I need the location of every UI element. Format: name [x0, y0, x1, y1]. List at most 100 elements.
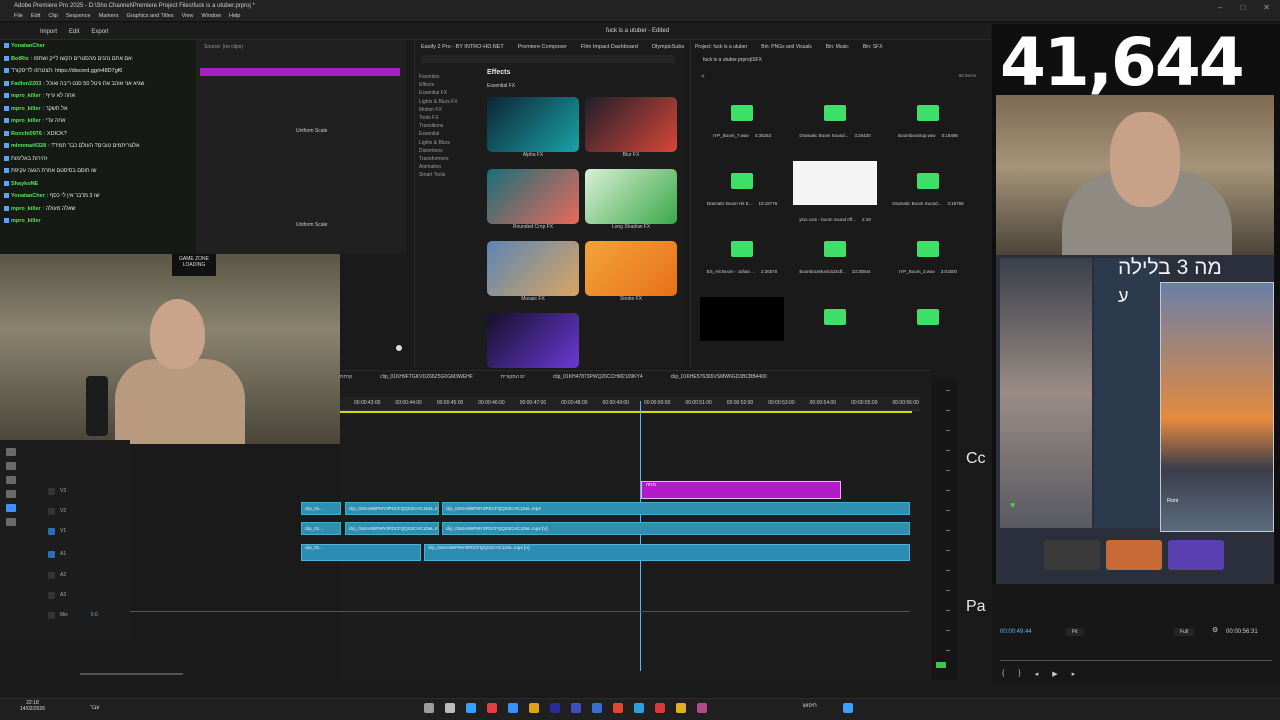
menu-item[interactable]: File — [14, 13, 23, 19]
workspace-tab[interactable]: Import — [40, 29, 57, 35]
scroll-handle[interactable] — [396, 345, 402, 351]
effect-card[interactable]: Stroke FX — [585, 241, 677, 302]
program-scrubber[interactable] — [1000, 660, 1272, 661]
menu-item[interactable]: Clip — [48, 13, 57, 19]
minimize-icon[interactable]: – — [1218, 3, 1222, 12]
project-item[interactable]: BoomboxMusicSZndf... 33:30844 — [790, 241, 880, 274]
taskbar-app-icon[interactable] — [697, 703, 707, 713]
taskbar-app-icon[interactable] — [466, 703, 476, 713]
video-clip[interactable]: clip_01KH4WPMY3PDCFQQS3CHC1DeL.mp4 — [442, 502, 910, 515]
project-item[interactable]: IYP_Boom_7.wav 4:35253 — [697, 105, 787, 138]
effects-tree-item[interactable]: Lights & Blurs FX — [419, 98, 458, 106]
ripple-edit-tool-icon[interactable] — [6, 476, 16, 484]
sequence-tab[interactable]: ים המקורית — [501, 374, 525, 380]
mark-out-icon[interactable]: } — [1018, 670, 1020, 678]
video-clip[interactable]: clip_01KH4WPMY3PDCFQQS3CHC1DeL.mp4 — [345, 522, 439, 535]
track-target-toggle[interactable] — [48, 551, 55, 558]
track-target-toggle[interactable] — [48, 572, 55, 579]
effect-card[interactable]: Alpha FX — [487, 97, 579, 158]
step-forward-icon[interactable]: ▸ — [1072, 670, 1076, 678]
effects-tree-item[interactable]: Transitions — [419, 122, 458, 130]
close-icon[interactable]: ✕ — [1263, 3, 1270, 12]
effect-card[interactable]: Long Shadow FX — [585, 169, 677, 230]
effects-tree-item[interactable]: Essential FX — [419, 89, 458, 97]
effects-tree-item[interactable]: Distortions — [419, 147, 458, 155]
effects-tree-item[interactable]: Motion FX — [419, 106, 458, 114]
taskbar-app-icon[interactable] — [550, 703, 560, 713]
language-indicator[interactable]: עבר — [90, 705, 99, 711]
effects-tab[interactable]: Film Impact Dashboard — [581, 44, 638, 50]
menu-item[interactable]: Markers — [99, 13, 119, 19]
effects-tree-item[interactable]: Animation — [419, 163, 458, 171]
taskbar-app-icon[interactable] — [571, 703, 581, 713]
video-clip[interactable]: clip_01... — [301, 502, 341, 515]
taskbar-app-icon[interactable] — [592, 703, 602, 713]
track-target-toggle[interactable] — [48, 488, 55, 495]
effects-tree-item[interactable]: Lights & Blurs — [419, 139, 458, 147]
project-item[interactable] — [883, 309, 973, 325]
effects-search-input[interactable] — [421, 55, 675, 63]
taskbar-app-icon[interactable] — [634, 703, 644, 713]
project-item[interactable]: IYP_Boom_3.wav 3:51500 — [883, 241, 973, 274]
video-clip[interactable]: clip_01... — [301, 522, 341, 535]
project-item[interactable]: Dramatic Boom Hit E... 10:18776 — [697, 173, 787, 206]
play-icon[interactable]: ▶ — [1052, 670, 1057, 678]
playhead[interactable] — [640, 401, 641, 671]
effects-tree-item[interactable]: Essential — [419, 130, 458, 138]
effects-tree-item[interactable]: Effects — [419, 81, 458, 89]
fit-select[interactable]: Fit — [1066, 628, 1084, 636]
project-tab[interactable]: Bin: PNGs and Visuals — [761, 44, 812, 50]
project-item[interactable]: BoomboxStop.wav 0:18496 — [883, 105, 973, 138]
mark-in-icon[interactable]: { — [1002, 670, 1004, 678]
quality-select[interactable]: Full — [1174, 628, 1195, 636]
taskbar-app-icon[interactable] — [445, 703, 455, 713]
timeline-zoom-bar[interactable] — [80, 673, 183, 675]
taskbar-app-icon[interactable] — [424, 703, 434, 713]
project-item[interactable]: yt1s.com - boom sound eff... 2:19 — [790, 161, 880, 222]
step-back-icon[interactable]: ◂ — [1035, 670, 1039, 678]
video-clip[interactable]: clip_01KH4WPMY3PDCFQQS3CHC1DeL.mp4 — [345, 502, 439, 515]
sequence-tab[interactable]: קרחת — [340, 374, 352, 380]
effect-card[interactable] — [487, 313, 579, 368]
work-area-bar[interactable] — [340, 411, 912, 413]
effects-tab[interactable]: Easify 2 Pro - BY INTRO-HD.NET — [421, 44, 504, 50]
audio-clip[interactable]: clip_01... — [301, 544, 421, 561]
menu-item[interactable]: Edit — [31, 13, 40, 19]
workspace-tab[interactable]: Edit — [69, 29, 79, 35]
menu-item[interactable]: Sequence — [66, 13, 91, 19]
project-item[interactable] — [697, 297, 787, 341]
menu-item[interactable]: View — [182, 13, 194, 19]
effects-tab[interactable]: Premiere Composer — [518, 44, 567, 50]
menu-item[interactable]: Graphics and Titles — [127, 13, 174, 19]
maximize-icon[interactable]: □ — [1240, 3, 1245, 12]
sequence-tab[interactable]: clip_01KH47873PWQ26CCHM2109KY4 — [553, 374, 643, 380]
effects-tab[interactable]: OlympicSubs — [652, 44, 684, 50]
project-item[interactable]: Dramatic Boom Sound... 3:16768 — [883, 173, 973, 206]
project-tab[interactable]: Bin: SFX — [863, 44, 883, 50]
project-tab[interactable]: Bin: Music — [826, 44, 849, 50]
video-clip[interactable]: clip_01KH4WPMY3PDCFQQS3CHC1DeL.mp4 [V] — [442, 522, 910, 535]
taskbar-app-icon[interactable] — [655, 703, 665, 713]
effect-card[interactable]: Blur FX — [585, 97, 677, 158]
taskbar-app-icon[interactable] — [676, 703, 686, 713]
effect-card[interactable]: Rounded Crop FX — [487, 169, 579, 230]
taskbar-app-icon[interactable] — [487, 703, 497, 713]
track-target-toggle[interactable] — [48, 612, 55, 619]
effects-tree-item[interactable]: Favorites — [419, 73, 458, 81]
effect-card[interactable]: Mosaic FX — [487, 241, 579, 302]
razor-tool-icon[interactable] — [6, 490, 16, 498]
taskbar-app-icon[interactable] — [508, 703, 518, 713]
selection-tool-icon[interactable] — [6, 448, 16, 456]
effects-tree-item[interactable]: Transformers — [419, 155, 458, 163]
taskbar-search[interactable]: חיפוש — [803, 703, 817, 709]
type-tool-icon[interactable] — [6, 504, 16, 512]
audio-clip[interactable]: clip_01KH4WPMY3PDCFQQS3CHC1DeL.mp4 [A] — [424, 544, 910, 561]
sequence-tab[interactable]: clip_01KH9FTGKVDZ66Z5G0GM3WEHF — [380, 374, 473, 380]
taskbar-app-icon[interactable] — [529, 703, 539, 713]
menu-item[interactable]: Window — [201, 13, 221, 19]
graphics-clip[interactable]: מחה — [641, 481, 841, 499]
taskbar-app-icon[interactable] — [613, 703, 623, 713]
sequence-tab[interactable]: clip_01KHE576365VSMW6GD3BCBB4400 — [671, 374, 767, 380]
workspace-tab[interactable]: Export — [91, 29, 108, 35]
menu-item[interactable]: Help — [229, 13, 240, 19]
